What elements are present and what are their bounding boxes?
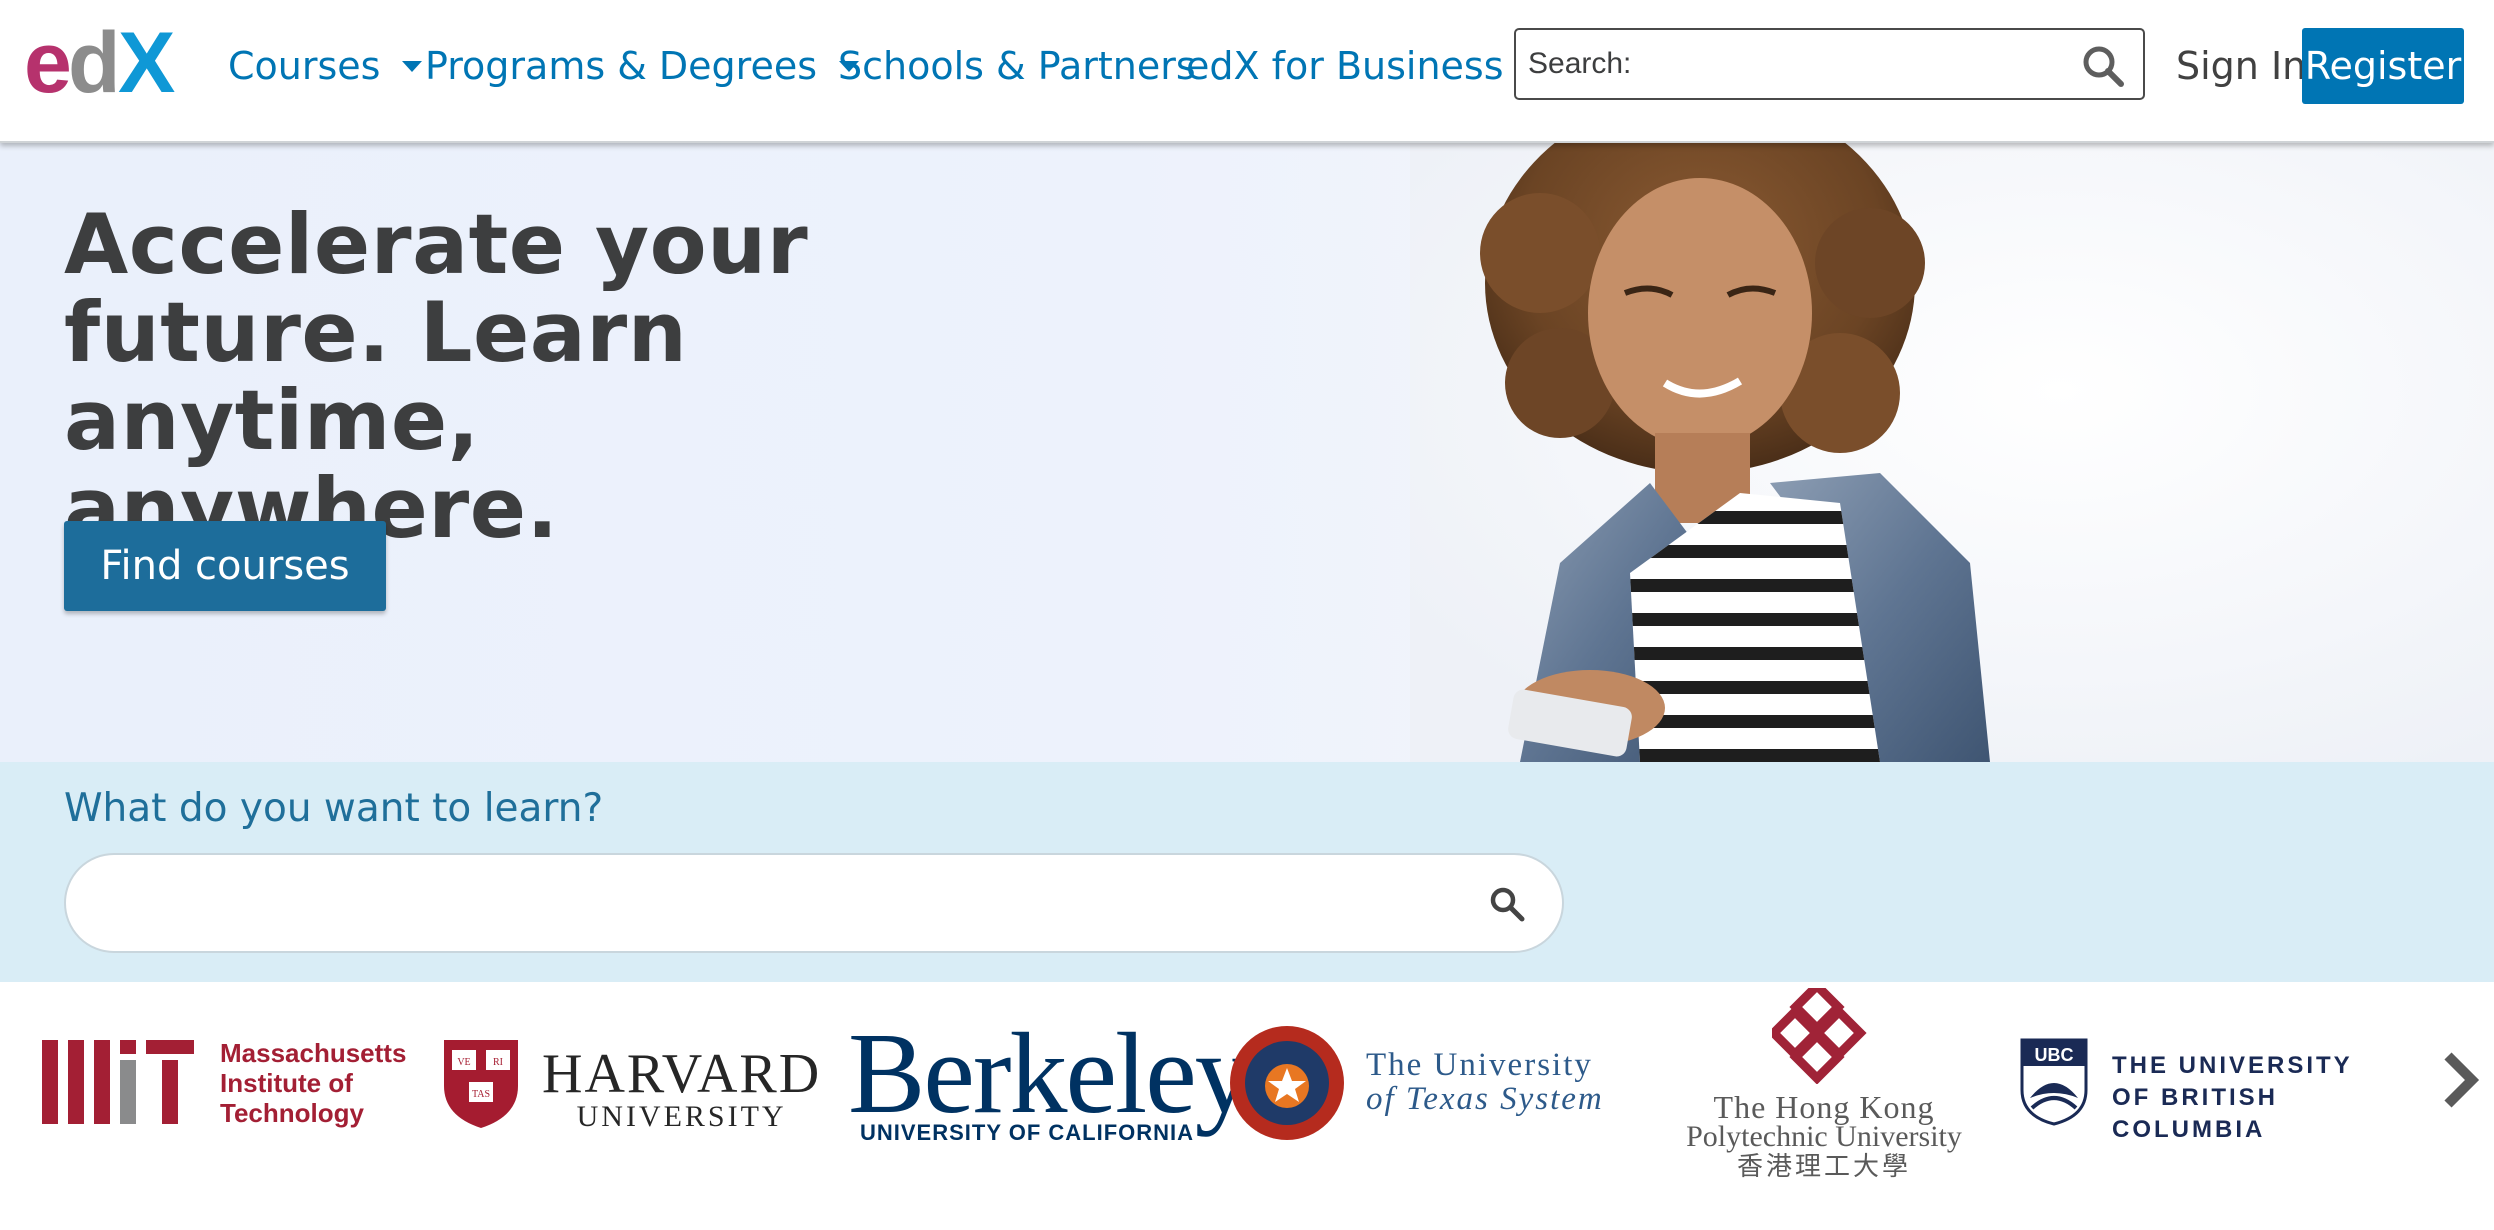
ubc-crest-icon: UBC — [2020, 1038, 2088, 1126]
nav-schools-partners[interactable]: Schools & Partners — [838, 38, 1196, 94]
hero-title: Accelerate your future. Learn anytime, a… — [64, 196, 809, 557]
nav-business-label: edX for Business — [1186, 44, 1504, 88]
learn-search-input[interactable] — [106, 881, 1446, 927]
register-button[interactable]: Register — [2302, 28, 2464, 104]
mit-mark-icon — [42, 1040, 194, 1124]
find-courses-button[interactable]: Find courses — [64, 521, 386, 611]
partner-ubc[interactable]: UBC THE UNIVERSITY OF BRITISH COLUMBIA — [2020, 1038, 2440, 1143]
logo-letter-x: X — [118, 26, 175, 100]
mit-name-line2: Institute of — [220, 1068, 353, 1098]
sign-in-link[interactable]: Sign In — [2176, 38, 2306, 94]
chevron-right-icon[interactable] — [2440, 1050, 2480, 1110]
berkeley-subtitle: UNIVERSITY OF CALIFORNIA — [860, 1120, 1195, 1145]
shield-text-tas: TAS — [472, 1089, 490, 1100]
partner-logos: Massachusetts Institute of Technology VE… — [0, 982, 2494, 1230]
berkeley-name: Berkeley — [848, 1010, 1253, 1138]
ubc-badge-text: UBC — [2035, 1045, 2074, 1065]
nav-edx-for-business[interactable]: edX for Business — [1186, 38, 1504, 94]
texas-name-line2: of Texas System — [1366, 1081, 1604, 1117]
hero-photo-woman-with-phone — [1410, 143, 2494, 762]
nav-courses-label: Courses — [228, 44, 381, 88]
polyu-name-line1: The Hong Kong — [1713, 1089, 1935, 1125]
learn-search-band: What do you want to learn? — [0, 762, 2494, 982]
harvard-shield-icon: VE RI TAS — [444, 1040, 518, 1128]
partner-harvard[interactable]: VE RI TAS HARVARD UNIVERSITY — [442, 1038, 819, 1138]
partner-polyu[interactable]: The Hong Kong Polytechnic University 香港理… — [1624, 988, 2024, 1181]
ubc-name-line2: OF BRITISH COLUMBIA — [2112, 1084, 2278, 1143]
nav-schools-label: Schools & Partners — [838, 44, 1196, 88]
partner-berkeley[interactable]: Berkeley UNIVERSITY OF CALIFORNIA — [848, 1010, 1253, 1145]
search-icon[interactable] — [1488, 885, 1526, 923]
learn-search-box[interactable] — [64, 853, 1564, 953]
nav-courses[interactable]: Courses — [228, 38, 423, 94]
shield-text-ri: RI — [493, 1057, 503, 1068]
site-header: e d X Courses Programs & Degrees Schools… — [0, 0, 2494, 143]
nav-programs-label: Programs & Degrees — [425, 44, 818, 88]
mit-name-line3: Technology — [220, 1098, 364, 1128]
logo-letter-e: e — [24, 26, 72, 100]
harvard-name: HARVARD — [542, 1043, 822, 1105]
shield-text-ve: VE — [457, 1057, 470, 1068]
header-search-input[interactable] — [1528, 47, 2088, 81]
partner-texas[interactable]: The University of Texas System — [1228, 1024, 1628, 1144]
nav-programs-degrees[interactable]: Programs & Degrees — [425, 38, 860, 94]
logo-letter-d: d — [68, 26, 121, 100]
caret-down-icon — [402, 60, 423, 72]
search-icon[interactable] — [2081, 44, 2125, 88]
learn-search-label: What do you want to learn? — [64, 786, 604, 831]
mit-name-line1: Massachusetts — [220, 1038, 407, 1068]
texas-seal-icon — [1230, 1026, 1344, 1140]
polyu-knot-icon — [1772, 988, 1867, 1084]
polyu-name-chinese: 香港理工大學 — [1736, 1152, 1911, 1181]
texas-name-line1: The University — [1366, 1047, 1593, 1083]
ubc-name-line1: THE UNIVERSITY — [2112, 1052, 2353, 1079]
header-search[interactable] — [1514, 28, 2145, 100]
partner-mit[interactable]: Massachusetts Institute of Technology — [42, 1038, 412, 1140]
polyu-name-line2: Polytechnic University — [1686, 1120, 1962, 1153]
edx-logo[interactable]: e d X — [24, 26, 182, 100]
hero-banner: Accelerate your future. Learn anytime, a… — [0, 143, 2494, 762]
harvard-university: UNIVERSITY — [576, 1100, 787, 1133]
